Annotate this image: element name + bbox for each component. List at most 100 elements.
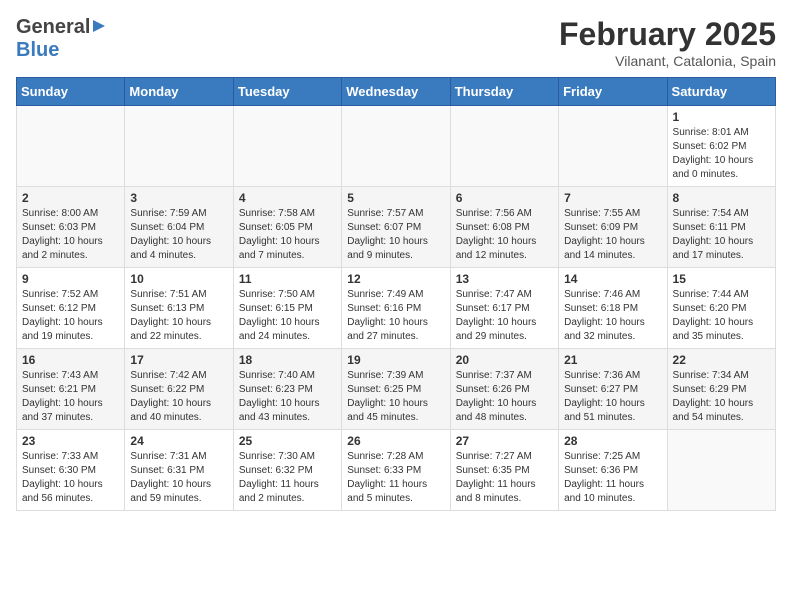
day-info: Sunrise: 7:30 AM Sunset: 6:32 PM Dayligh… [239,450,336,506]
day-info: Sunrise: 7:49 AM Sunset: 6:16 PM Dayligh… [347,288,444,344]
day-number: 27 [456,434,553,448]
calendar-day-cell: 4 Sunrise: 7:58 AM Sunset: 6:05 PM Daylig… [233,187,341,268]
calendar-day-cell: 21 Sunrise: 7:36 AM Sunset: 6:27 PM Dayli… [559,349,667,430]
day-number: 25 [239,434,336,448]
calendar-day-cell: 27 Sunrise: 7:27 AM Sunset: 6:35 PM Dayli… [450,430,558,511]
day-info: Sunrise: 7:42 AM Sunset: 6:22 PM Dayligh… [130,369,227,425]
day-info: Sunrise: 7:58 AM Sunset: 6:05 PM Dayligh… [239,207,336,263]
day-info: Sunrise: 7:50 AM Sunset: 6:15 PM Dayligh… [239,288,336,344]
calendar-day-header: Tuesday [233,78,341,106]
day-info: Sunrise: 7:44 AM Sunset: 6:20 PM Dayligh… [673,288,770,344]
day-number: 28 [564,434,661,448]
calendar-day-cell: 8 Sunrise: 7:54 AM Sunset: 6:11 PM Daylig… [667,187,775,268]
calendar-day-cell: 15 Sunrise: 7:44 AM Sunset: 6:20 PM Dayli… [667,268,775,349]
calendar-table: SundayMondayTuesdayWednesdayThursdayFrid… [16,77,776,511]
day-info: Sunrise: 7:46 AM Sunset: 6:18 PM Dayligh… [564,288,661,344]
calendar-day-header: Monday [125,78,233,106]
calendar-day-cell: 1 Sunrise: 8:01 AM Sunset: 6:02 PM Daylig… [667,106,775,187]
day-info: Sunrise: 7:36 AM Sunset: 6:27 PM Dayligh… [564,369,661,425]
calendar-day-cell: 22 Sunrise: 7:34 AM Sunset: 6:29 PM Dayli… [667,349,775,430]
day-number: 18 [239,353,336,367]
page-header: General Blue February 2025 Vilanant, Cat… [16,16,776,69]
calendar-week-row: 2 Sunrise: 8:00 AM Sunset: 6:03 PM Daylig… [17,187,776,268]
day-info: Sunrise: 7:54 AM Sunset: 6:11 PM Dayligh… [673,207,770,263]
calendar-day-header: Thursday [450,78,558,106]
day-info: Sunrise: 7:25 AM Sunset: 6:36 PM Dayligh… [564,450,661,506]
calendar-day-header: Friday [559,78,667,106]
calendar-day-cell [17,106,125,187]
day-number: 7 [564,191,661,205]
calendar-day-cell: 2 Sunrise: 8:00 AM Sunset: 6:03 PM Daylig… [17,187,125,268]
day-number: 8 [673,191,770,205]
day-number: 4 [239,191,336,205]
day-info: Sunrise: 7:47 AM Sunset: 6:17 PM Dayligh… [456,288,553,344]
logo-blue: Blue [16,39,59,62]
day-info: Sunrise: 7:43 AM Sunset: 6:21 PM Dayligh… [22,369,119,425]
day-number: 2 [22,191,119,205]
calendar-day-cell [125,106,233,187]
calendar-day-cell: 5Sunrise: 7:57 AM Sunset: 6:07 PM Daylig… [342,187,450,268]
calendar-week-row: 23 Sunrise: 7:33 AM Sunset: 6:30 PM Dayli… [17,430,776,511]
calendar-day-cell: 6 Sunrise: 7:56 AM Sunset: 6:08 PM Daylig… [450,187,558,268]
calendar-day-cell: 26Sunrise: 7:28 AM Sunset: 6:33 PM Dayli… [342,430,450,511]
day-info: Sunrise: 8:00 AM Sunset: 6:03 PM Dayligh… [22,207,119,263]
day-number: 22 [673,353,770,367]
day-info: Sunrise: 7:59 AM Sunset: 6:04 PM Dayligh… [130,207,227,263]
day-number: 13 [456,272,553,286]
calendar-day-header: Wednesday [342,78,450,106]
calendar-week-row: 1 Sunrise: 8:01 AM Sunset: 6:02 PM Daylig… [17,106,776,187]
calendar-day-cell: 11 Sunrise: 7:50 AM Sunset: 6:15 PM Dayli… [233,268,341,349]
calendar-day-cell: 13 Sunrise: 7:47 AM Sunset: 6:17 PM Dayli… [450,268,558,349]
day-number: 23 [22,434,119,448]
calendar-day-cell: 20 Sunrise: 7:37 AM Sunset: 6:26 PM Dayli… [450,349,558,430]
calendar-day-cell: 9Sunrise: 7:52 AM Sunset: 6:12 PM Daylig… [17,268,125,349]
calendar-day-cell [559,106,667,187]
logo-triangle-icon [91,20,107,34]
day-number: 15 [673,272,770,286]
day-number: 1 [673,110,770,124]
day-number: 19 [347,353,444,367]
calendar-day-cell: 3Sunrise: 7:59 AM Sunset: 6:04 PM Daylig… [125,187,233,268]
calendar-day-cell [342,106,450,187]
day-info: Sunrise: 7:55 AM Sunset: 6:09 PM Dayligh… [564,207,661,263]
calendar-day-cell: 23 Sunrise: 7:33 AM Sunset: 6:30 PM Dayli… [17,430,125,511]
day-number: 20 [456,353,553,367]
day-info: Sunrise: 7:37 AM Sunset: 6:26 PM Dayligh… [456,369,553,425]
calendar-day-cell [667,430,775,511]
day-number: 16 [22,353,119,367]
day-number: 9 [22,272,119,286]
day-number: 26 [347,434,444,448]
logo-general: General [16,16,90,39]
calendar-day-cell: 12Sunrise: 7:49 AM Sunset: 6:16 PM Dayli… [342,268,450,349]
day-info: Sunrise: 8:01 AM Sunset: 6:02 PM Dayligh… [673,126,770,182]
calendar-day-cell: 10 Sunrise: 7:51 AM Sunset: 6:13 PM Dayli… [125,268,233,349]
day-number: 21 [564,353,661,367]
day-number: 6 [456,191,553,205]
logo: General Blue [16,16,107,62]
day-info: Sunrise: 7:56 AM Sunset: 6:08 PM Dayligh… [456,207,553,263]
calendar-day-cell: 18 Sunrise: 7:40 AM Sunset: 6:23 PM Dayli… [233,349,341,430]
day-info: Sunrise: 7:27 AM Sunset: 6:35 PM Dayligh… [456,450,553,506]
calendar-day-cell: 19Sunrise: 7:39 AM Sunset: 6:25 PM Dayli… [342,349,450,430]
calendar-day-header: Saturday [667,78,775,106]
day-info: Sunrise: 7:40 AM Sunset: 6:23 PM Dayligh… [239,369,336,425]
day-number: 5 [347,191,444,205]
calendar-day-cell: 25 Sunrise: 7:30 AM Sunset: 6:32 PM Dayli… [233,430,341,511]
calendar-day-cell [450,106,558,187]
calendar-day-cell: 14 Sunrise: 7:46 AM Sunset: 6:18 PM Dayli… [559,268,667,349]
day-info: Sunrise: 7:51 AM Sunset: 6:13 PM Dayligh… [130,288,227,344]
day-number: 14 [564,272,661,286]
day-info: Sunrise: 7:34 AM Sunset: 6:29 PM Dayligh… [673,369,770,425]
title-block: February 2025 Vilanant, Catalonia, Spain [559,16,776,69]
day-info: Sunrise: 7:33 AM Sunset: 6:30 PM Dayligh… [22,450,119,506]
calendar-week-row: 16 Sunrise: 7:43 AM Sunset: 6:21 PM Dayli… [17,349,776,430]
day-number: 11 [239,272,336,286]
calendar-day-cell: 24Sunrise: 7:31 AM Sunset: 6:31 PM Dayli… [125,430,233,511]
calendar-day-cell [233,106,341,187]
calendar-day-cell: 28 Sunrise: 7:25 AM Sunset: 6:36 PM Dayli… [559,430,667,511]
day-number: 24 [130,434,227,448]
month-title: February 2025 [559,16,776,53]
calendar-day-cell: 7 Sunrise: 7:55 AM Sunset: 6:09 PM Daylig… [559,187,667,268]
day-number: 10 [130,272,227,286]
calendar-day-cell: 17Sunrise: 7:42 AM Sunset: 6:22 PM Dayli… [125,349,233,430]
